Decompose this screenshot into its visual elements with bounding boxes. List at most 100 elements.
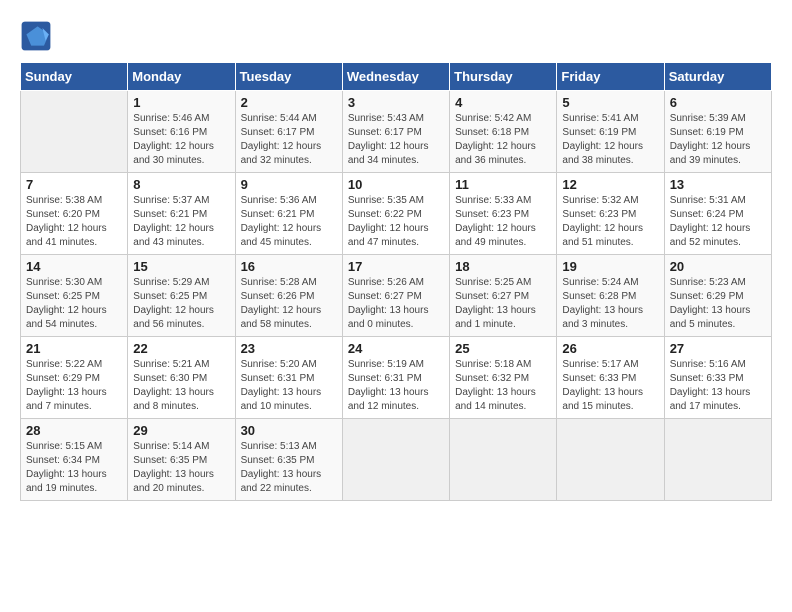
day-info: Sunrise: 5:21 AMSunset: 6:30 PMDaylight:… [133,358,229,414]
weekday-header-saturday: Saturday [664,63,771,91]
logo [20,20,56,52]
day-number: 26 [562,341,658,356]
weekday-header-wednesday: Wednesday [342,63,449,91]
day-number: 15 [133,259,229,274]
calendar-cell: 18 Sunrise: 5:25 AMSunset: 6:27 PMDayligh… [450,255,557,337]
day-number: 16 [241,259,337,274]
calendar-cell: 17 Sunrise: 5:26 AMSunset: 6:27 PMDayligh… [342,255,449,337]
day-number: 11 [455,177,551,192]
day-info: Sunrise: 5:17 AMSunset: 6:33 PMDaylight:… [562,358,658,414]
calendar-cell: 6 Sunrise: 5:39 AMSunset: 6:19 PMDaylight… [664,91,771,173]
day-number: 7 [26,177,122,192]
day-number: 20 [670,259,766,274]
day-info: Sunrise: 5:20 AMSunset: 6:31 PMDaylight:… [241,358,337,414]
calendar-week-row: 28 Sunrise: 5:15 AMSunset: 6:34 PMDayligh… [21,419,772,501]
day-number: 18 [455,259,551,274]
day-info: Sunrise: 5:15 AMSunset: 6:34 PMDaylight:… [26,440,122,496]
day-info: Sunrise: 5:32 AMSunset: 6:23 PMDaylight:… [562,194,658,250]
weekday-header-thursday: Thursday [450,63,557,91]
calendar-cell: 12 Sunrise: 5:32 AMSunset: 6:23 PMDayligh… [557,173,664,255]
day-info: Sunrise: 5:39 AMSunset: 6:19 PMDaylight:… [670,112,766,168]
calendar-cell: 4 Sunrise: 5:42 AMSunset: 6:18 PMDaylight… [450,91,557,173]
calendar-cell [342,419,449,501]
day-number: 24 [348,341,444,356]
day-info: Sunrise: 5:37 AMSunset: 6:21 PMDaylight:… [133,194,229,250]
day-number: 28 [26,423,122,438]
day-info: Sunrise: 5:29 AMSunset: 6:25 PMDaylight:… [133,276,229,332]
page-header [20,20,772,52]
day-number: 5 [562,95,658,110]
day-number: 13 [670,177,766,192]
day-number: 3 [348,95,444,110]
calendar-cell: 21 Sunrise: 5:22 AMSunset: 6:29 PMDayligh… [21,337,128,419]
day-number: 12 [562,177,658,192]
day-info: Sunrise: 5:41 AMSunset: 6:19 PMDaylight:… [562,112,658,168]
calendar-cell: 2 Sunrise: 5:44 AMSunset: 6:17 PMDaylight… [235,91,342,173]
calendar-cell: 5 Sunrise: 5:41 AMSunset: 6:19 PMDaylight… [557,91,664,173]
calendar-cell: 1 Sunrise: 5:46 AMSunset: 6:16 PMDaylight… [128,91,235,173]
calendar-cell: 19 Sunrise: 5:24 AMSunset: 6:28 PMDayligh… [557,255,664,337]
calendar-cell: 27 Sunrise: 5:16 AMSunset: 6:33 PMDayligh… [664,337,771,419]
weekday-header-tuesday: Tuesday [235,63,342,91]
day-number: 17 [348,259,444,274]
calendar-cell [664,419,771,501]
calendar-cell: 7 Sunrise: 5:38 AMSunset: 6:20 PMDaylight… [21,173,128,255]
day-number: 23 [241,341,337,356]
day-info: Sunrise: 5:19 AMSunset: 6:31 PMDaylight:… [348,358,444,414]
day-number: 1 [133,95,229,110]
day-number: 4 [455,95,551,110]
day-number: 21 [26,341,122,356]
day-number: 25 [455,341,551,356]
calendar-cell: 28 Sunrise: 5:15 AMSunset: 6:34 PMDayligh… [21,419,128,501]
calendar-cell: 3 Sunrise: 5:43 AMSunset: 6:17 PMDaylight… [342,91,449,173]
calendar-cell: 30Sunrise: 5:13 AMSunset: 6:35 PMDayligh… [235,419,342,501]
calendar-cell: 24 Sunrise: 5:19 AMSunset: 6:31 PMDayligh… [342,337,449,419]
calendar-table: SundayMondayTuesdayWednesdayThursdayFrid… [20,62,772,501]
day-info: Sunrise: 5:46 AMSunset: 6:16 PMDaylight:… [133,112,229,168]
calendar-cell: 25 Sunrise: 5:18 AMSunset: 6:32 PMDayligh… [450,337,557,419]
weekday-header-sunday: Sunday [21,63,128,91]
day-number: 9 [241,177,337,192]
calendar-week-row: 14Sunrise: 5:30 AMSunset: 6:25 PMDayligh… [21,255,772,337]
day-info: Sunrise: 5:25 AMSunset: 6:27 PMDaylight:… [455,276,551,332]
calendar-week-row: 7 Sunrise: 5:38 AMSunset: 6:20 PMDaylight… [21,173,772,255]
calendar-cell: 10Sunrise: 5:35 AMSunset: 6:22 PMDayligh… [342,173,449,255]
day-number: 6 [670,95,766,110]
day-info: Sunrise: 5:31 AMSunset: 6:24 PMDaylight:… [670,194,766,250]
calendar-cell: 29Sunrise: 5:14 AMSunset: 6:35 PMDayligh… [128,419,235,501]
day-number: 8 [133,177,229,192]
day-number: 2 [241,95,337,110]
calendar-cell: 23 Sunrise: 5:20 AMSunset: 6:31 PMDayligh… [235,337,342,419]
calendar-week-row: 1 Sunrise: 5:46 AMSunset: 6:16 PMDaylight… [21,91,772,173]
calendar-header-row: SundayMondayTuesdayWednesdayThursdayFrid… [21,63,772,91]
day-info: Sunrise: 5:22 AMSunset: 6:29 PMDaylight:… [26,358,122,414]
day-number: 10 [348,177,444,192]
day-info: Sunrise: 5:24 AMSunset: 6:28 PMDaylight:… [562,276,658,332]
day-number: 29 [133,423,229,438]
calendar-cell: 8 Sunrise: 5:37 AMSunset: 6:21 PMDaylight… [128,173,235,255]
day-number: 30 [241,423,337,438]
calendar-cell: 9 Sunrise: 5:36 AMSunset: 6:21 PMDaylight… [235,173,342,255]
generalblue-logo-icon [20,20,52,52]
day-info: Sunrise: 5:16 AMSunset: 6:33 PMDaylight:… [670,358,766,414]
day-info: Sunrise: 5:43 AMSunset: 6:17 PMDaylight:… [348,112,444,168]
day-info: Sunrise: 5:30 AMSunset: 6:25 PMDaylight:… [26,276,122,332]
calendar-cell: 11Sunrise: 5:33 AMSunset: 6:23 PMDayligh… [450,173,557,255]
day-number: 19 [562,259,658,274]
calendar-cell: 14Sunrise: 5:30 AMSunset: 6:25 PMDayligh… [21,255,128,337]
day-info: Sunrise: 5:38 AMSunset: 6:20 PMDaylight:… [26,194,122,250]
day-number: 27 [670,341,766,356]
calendar-cell [21,91,128,173]
weekday-header-monday: Monday [128,63,235,91]
day-info: Sunrise: 5:36 AMSunset: 6:21 PMDaylight:… [241,194,337,250]
calendar-cell: 15 Sunrise: 5:29 AMSunset: 6:25 PMDayligh… [128,255,235,337]
day-number: 22 [133,341,229,356]
day-info: Sunrise: 5:18 AMSunset: 6:32 PMDaylight:… [455,358,551,414]
calendar-cell [557,419,664,501]
calendar-cell: 13 Sunrise: 5:31 AMSunset: 6:24 PMDayligh… [664,173,771,255]
calendar-cell: 22 Sunrise: 5:21 AMSunset: 6:30 PMDayligh… [128,337,235,419]
day-info: Sunrise: 5:42 AMSunset: 6:18 PMDaylight:… [455,112,551,168]
day-info: Sunrise: 5:23 AMSunset: 6:29 PMDaylight:… [670,276,766,332]
day-info: Sunrise: 5:26 AMSunset: 6:27 PMDaylight:… [348,276,444,332]
day-info: Sunrise: 5:44 AMSunset: 6:17 PMDaylight:… [241,112,337,168]
